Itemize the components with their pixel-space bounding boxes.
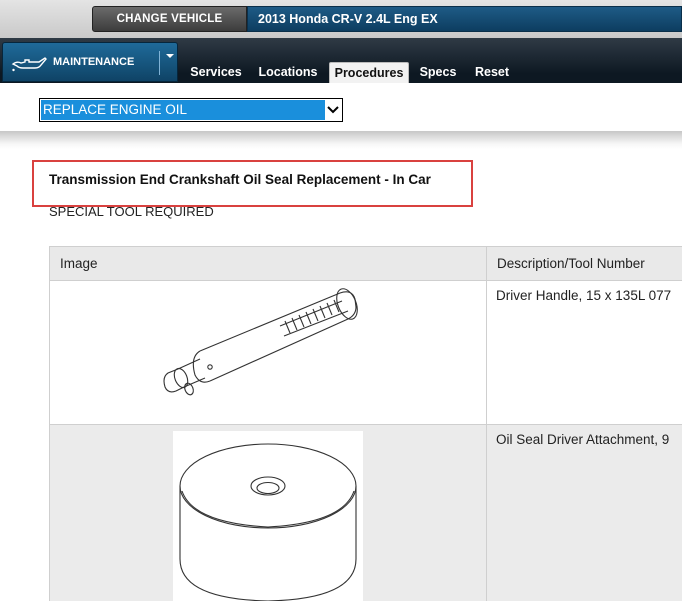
caret-down-icon: [166, 54, 174, 58]
change-vehicle-button[interactable]: CHANGE VEHICLE: [92, 6, 247, 32]
table-row-description-cell: Oil Seal Driver Attachment, 9: [487, 425, 682, 601]
special-tools-table: Image Description/Tool Number Driver Han…: [49, 246, 682, 601]
module-dropdown-button[interactable]: [162, 51, 178, 71]
procedure-select-area: REPLACE ENGINE OIL: [0, 83, 682, 135]
column-header-description: Description/Tool Number: [487, 247, 682, 281]
divider: [159, 51, 160, 75]
column-header-image: Image: [50, 247, 487, 281]
chevron-down-icon[interactable]: [326, 101, 340, 119]
module-label: MAINTENANCE: [53, 56, 135, 68]
procedure-select-value: REPLACE ENGINE OIL: [41, 100, 325, 120]
navigation-bar: MAINTENANCE Services Locations Procedure…: [0, 38, 682, 83]
tab-locations[interactable]: Locations: [252, 62, 324, 83]
page-title: Transmission End Crankshaft Oil Seal Rep…: [49, 172, 431, 187]
tool-description: Oil Seal Driver Attachment, 9: [496, 432, 670, 447]
tab-services[interactable]: Services: [183, 62, 249, 83]
tab-procedures[interactable]: Procedures: [329, 62, 409, 83]
table-row-description-cell: Driver Handle, 15 x 135L 077: [487, 281, 682, 425]
tool-image-card: [173, 431, 363, 601]
oil-seal-driver-attachment-icon: [179, 443, 357, 601]
special-tool-notice: SPECIAL TOOL REQUIRED: [49, 204, 214, 219]
tool-description: Driver Handle, 15 x 135L 077: [496, 288, 672, 303]
module-menu-maintenance[interactable]: MAINTENANCE: [2, 42, 178, 82]
procedure-select[interactable]: REPLACE ENGINE OIL: [39, 98, 343, 122]
page: CHANGE VEHICLE 2013 Honda CR-V 2.4L Eng …: [0, 0, 682, 601]
vehicle-bar: CHANGE VEHICLE 2013 Honda CR-V 2.4L Eng …: [0, 0, 682, 38]
table-row-image-cell: [50, 425, 487, 601]
table-row-image-cell: [50, 281, 487, 425]
tab-specs[interactable]: Specs: [414, 62, 462, 83]
vehicle-title: 2013 Honda CR-V 2.4L Eng EX: [247, 6, 682, 32]
tab-reset[interactable]: Reset: [468, 62, 516, 83]
divider-shadow: [0, 131, 682, 149]
driver-handle-icon: [163, 288, 358, 396]
oil-can-icon: [11, 57, 47, 72]
